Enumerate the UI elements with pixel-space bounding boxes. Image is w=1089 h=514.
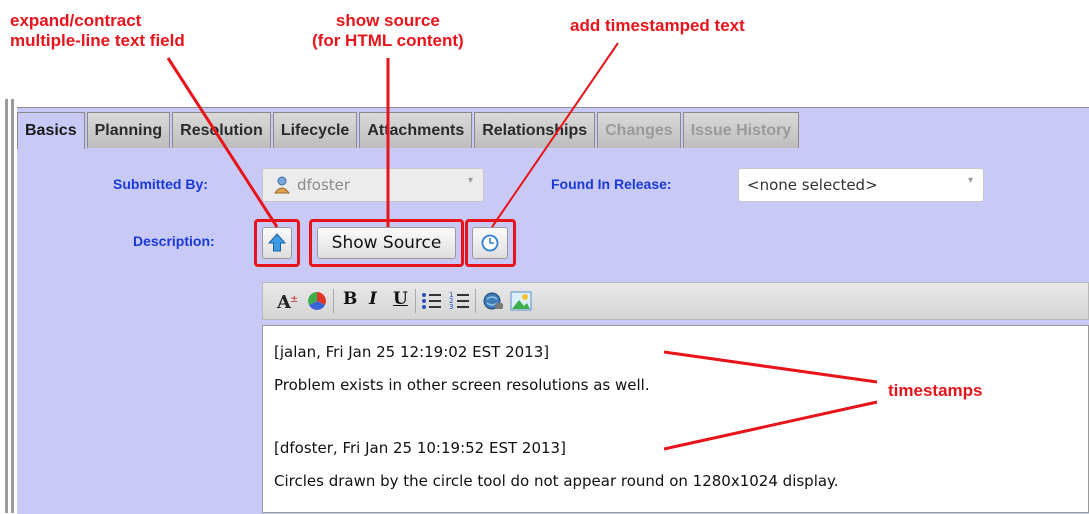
tab-lifecycle[interactable]: Lifecycle — [272, 112, 358, 148]
window-edge — [5, 99, 8, 513]
tab-issue-history[interactable]: Issue History — [682, 112, 800, 148]
numbered-list-icon[interactable]: 1 2 3 — [449, 289, 471, 313]
toolbar-separator — [415, 289, 416, 313]
tab-bar: Basics Planning Resolution Lifecycle Att… — [17, 112, 801, 149]
show-source-button[interactable]: Show Source — [317, 227, 456, 259]
svg-text:±: ± — [290, 294, 298, 305]
description-text-line: Problem exists in other screen resolutio… — [274, 376, 650, 394]
found-in-release-select[interactable]: <none selected> ▾ — [738, 168, 984, 202]
tab-basics[interactable]: Basics — [17, 112, 85, 149]
description-editor[interactable]: [jalan, Fri Jan 25 12:19:02 EST 2013] Pr… — [262, 325, 1089, 513]
clock-icon — [481, 234, 499, 252]
arrow-up-icon — [267, 233, 287, 252]
svg-text:3: 3 — [449, 303, 453, 311]
tab-planning[interactable]: Planning — [86, 112, 171, 148]
link-icon[interactable] — [481, 289, 505, 313]
description-text-line: Circles drawn by the circle tool do not … — [274, 472, 839, 490]
toolbar-separator — [333, 289, 334, 313]
underline-icon[interactable]: U — [393, 289, 408, 313]
found-in-release-label: Found In Release: — [551, 176, 672, 192]
italic-icon[interactable]: I — [369, 289, 377, 313]
editor-toolbar: A ± B I U 1 2 3 — [262, 282, 1089, 320]
tab-relationships[interactable]: Relationships — [474, 112, 596, 148]
window-edge — [11, 99, 14, 513]
submitted-by-label: Submitted By: — [113, 176, 208, 192]
timestamp-line: [jalan, Fri Jan 25 12:19:02 EST 2013] — [274, 343, 550, 361]
toolbar-separator — [475, 289, 476, 313]
annotation-add-timestamp: add timestamped text — [570, 16, 745, 35]
image-icon[interactable] — [509, 289, 533, 313]
dropdown-arrow-icon: ▾ — [967, 175, 973, 186]
annotation-show-source: show source (for HTML content) — [312, 11, 464, 50]
annotation-expand: expand/contract multiple-line text field — [10, 11, 185, 50]
bullet-list-icon[interactable] — [421, 289, 443, 313]
expand-contract-button[interactable] — [262, 227, 292, 259]
dropdown-arrow-icon: ▾ — [467, 175, 473, 186]
annotation-timestamps: timestamps — [888, 381, 983, 400]
add-timestamp-button[interactable] — [472, 227, 508, 259]
color-icon[interactable] — [305, 289, 329, 313]
submitted-by-value: dfoster — [297, 176, 351, 194]
user-icon — [274, 176, 290, 194]
bold-icon[interactable]: B — [343, 289, 357, 313]
submitted-by-select[interactable]: dfoster ▾ — [262, 168, 484, 202]
found-in-release-value: <none selected> — [747, 176, 878, 194]
tab-attachments[interactable]: Attachments — [359, 112, 473, 148]
timestamp-line: [dfoster, Fri Jan 25 10:19:52 EST 2013] — [274, 439, 566, 457]
tab-changes[interactable]: Changes — [597, 112, 681, 148]
description-label: Description: — [133, 233, 215, 249]
font-size-icon[interactable]: A ± — [276, 289, 300, 313]
tab-resolution[interactable]: Resolution — [172, 112, 271, 148]
